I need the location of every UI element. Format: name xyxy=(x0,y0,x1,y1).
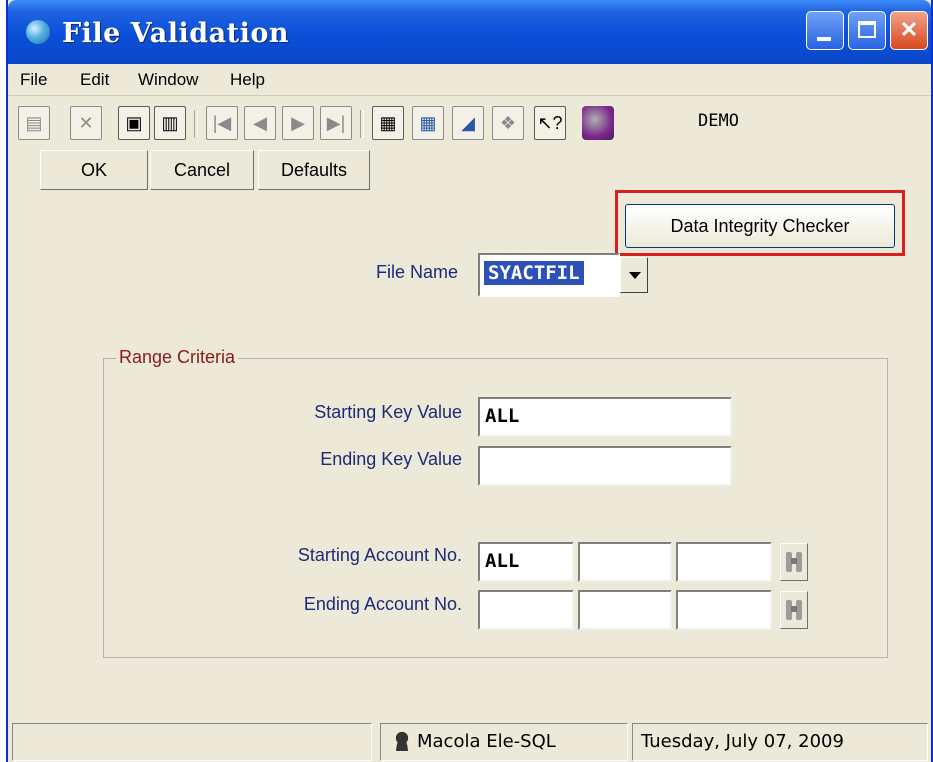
chevron-down-icon xyxy=(629,272,641,279)
file-name-label: File Name xyxy=(375,262,458,282)
cancel-button[interactable]: Cancel xyxy=(150,150,254,190)
defaults-button[interactable]: Defaults xyxy=(258,150,370,190)
previous-record-icon[interactable]: ◀ xyxy=(244,106,276,140)
status-pane-empty xyxy=(12,723,372,761)
new-icon[interactable]: ▤ xyxy=(18,106,50,140)
status-date: Tuesday, July 07, 2009 xyxy=(632,723,928,761)
starting-key-label: Starting Key Value xyxy=(314,402,462,422)
window-title: File Validation xyxy=(62,18,289,49)
network-icon[interactable]: ❖ xyxy=(492,106,524,140)
minimize-icon xyxy=(817,37,831,41)
binoculars-icon xyxy=(785,550,803,574)
calculator-icon[interactable]: ▦ xyxy=(412,106,444,140)
last-record-icon[interactable]: ▶| xyxy=(320,106,352,140)
next-record-icon[interactable]: ▶ xyxy=(282,106,314,140)
data-integrity-checker-button[interactable]: Data Integrity Checker xyxy=(625,204,895,248)
user-icon xyxy=(393,731,411,751)
starting-account-seg-3[interactable] xyxy=(676,542,772,582)
globe-icon[interactable] xyxy=(582,106,614,140)
starting-account-lookup-button[interactable] xyxy=(780,543,808,581)
starting-account-seg-1[interactable]: ALL xyxy=(478,542,574,582)
starting-account-seg-2[interactable] xyxy=(578,542,672,582)
starting-account-label: Starting Account No. xyxy=(297,545,462,565)
close-icon: ✕ xyxy=(899,17,919,42)
ending-account-label: Ending Account No. xyxy=(303,594,462,614)
range-criteria-title: Range Criteria xyxy=(116,347,239,368)
trash-icon[interactable]: ▥ xyxy=(154,106,186,140)
binoculars-icon xyxy=(785,598,803,622)
ok-button[interactable]: OK xyxy=(40,150,148,190)
file-name-dropdown-button[interactable] xyxy=(620,257,648,293)
company-label: DEMO xyxy=(698,111,739,131)
file-validation-window: File Validation ✕ File Edit Window Help … xyxy=(6,0,933,762)
menu-edit[interactable]: Edit xyxy=(80,70,109,90)
ending-account-lookup-button[interactable] xyxy=(780,591,808,629)
menu-file[interactable]: File xyxy=(20,70,47,90)
starting-key-input[interactable]: ALL xyxy=(478,397,732,437)
status-server-text: Macola Ele-SQL xyxy=(417,731,556,752)
ending-account-seg-1[interactable] xyxy=(478,590,574,630)
menu-window[interactable]: Window xyxy=(138,70,198,90)
ending-account-seg-3[interactable] xyxy=(676,590,772,630)
file-name-select[interactable]: SYACTFIL xyxy=(478,253,648,297)
status-server: Macola Ele-SQL xyxy=(380,723,628,761)
minimize-button[interactable] xyxy=(806,11,844,50)
delete-x-icon[interactable]: ✕ xyxy=(70,106,102,140)
file-name-value: SYACTFIL xyxy=(484,261,584,285)
ending-account-seg-2[interactable] xyxy=(578,590,672,630)
file-name-field[interactable]: SYACTFIL xyxy=(478,253,620,297)
close-button[interactable]: ✕ xyxy=(890,11,928,50)
chart-icon[interactable]: ◢ xyxy=(452,106,484,140)
ending-key-input[interactable] xyxy=(478,446,732,486)
help-pointer-icon[interactable]: ↖? xyxy=(534,106,566,140)
title-bar[interactable]: File Validation ✕ xyxy=(8,0,931,64)
first-record-icon[interactable]: |◀ xyxy=(206,106,238,140)
menu-bar: File Edit Window Help xyxy=(8,64,931,96)
save-icon[interactable]: ▣ xyxy=(118,106,150,140)
maximize-icon xyxy=(858,21,876,38)
ending-key-label: Ending Key Value xyxy=(320,449,462,469)
status-bar: Macola Ele-SQL Tuesday, July 07, 2009 xyxy=(8,715,931,762)
notes-icon[interactable]: ▦ xyxy=(372,106,404,140)
toolbar: ▤ ✕ ▣ ▥ |◀ ◀ ▶ ▶| ▦ ▦ ◢ ❖ ↖? xyxy=(8,96,931,148)
menu-help[interactable]: Help xyxy=(230,70,265,90)
maximize-button[interactable] xyxy=(848,11,886,50)
app-globe-icon xyxy=(26,20,50,44)
